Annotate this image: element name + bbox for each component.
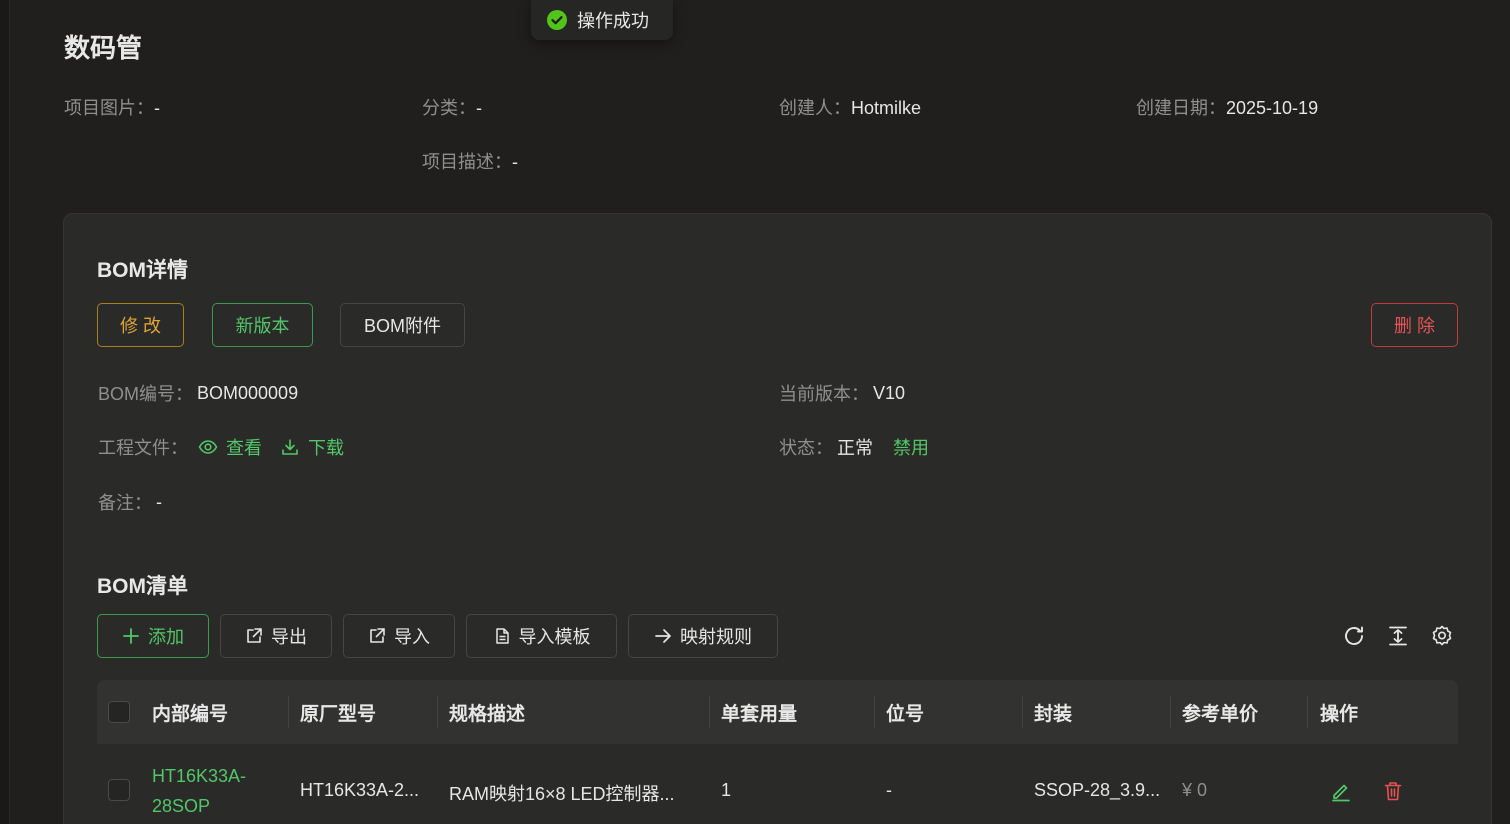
import-icon <box>370 628 385 643</box>
bom-number-label: BOM编号： <box>98 384 194 404</box>
bom-list-title: BOM清单 <box>97 575 188 598</box>
project-desc-value: - <box>512 152 518 172</box>
project-image-label: 项目图片： <box>64 98 154 118</box>
spec-description-cell: RAM映射16×8 LED控制器... <box>449 784 675 804</box>
new-version-button[interactable]: 新版本 <box>212 303 313 347</box>
column-header[interactable]: 内部编号 <box>152 680 228 744</box>
edit-icon[interactable] <box>1330 780 1352 802</box>
eye-icon <box>198 440 218 454</box>
bom-number-value: BOM000009 <box>197 382 299 403</box>
refresh-icon[interactable] <box>1342 624 1366 648</box>
import-template-label: 导入模板 <box>518 627 591 647</box>
category-field: 分类：- <box>422 94 482 120</box>
current-version-value: V10 <box>873 382 906 403</box>
export-icon <box>247 628 262 643</box>
table-row[interactable]: HT16K33A-28SOP HT16K33A-2... RAM映射16×8 L… <box>97 744 1458 824</box>
arrow-right-icon <box>655 629 671 643</box>
column-divider <box>709 696 710 728</box>
project-image-field: 项目图片：- <box>64 94 160 120</box>
download-file-link[interactable]: 下载 <box>280 434 344 460</box>
current-version-field: 当前版本： V10 <box>779 380 905 406</box>
page-title: 数码管 <box>64 33 143 63</box>
column-height-icon[interactable] <box>1386 624 1410 648</box>
plus-icon <box>123 628 139 644</box>
created-date-value: 2025-10-19 <box>1226 98 1319 118</box>
column-divider <box>1170 696 1171 728</box>
column-divider <box>288 696 289 728</box>
download-link-label: 下载 <box>308 438 344 458</box>
document-icon <box>495 628 509 644</box>
import-template-button[interactable]: 导入模板 <box>466 614 617 658</box>
creator-field: 创建人：Hotmilke <box>779 94 921 120</box>
unit-price-cell: ¥ 0 <box>1182 780 1208 800</box>
project-desc-label: 项目描述： <box>422 152 512 172</box>
left-sidebar-edge <box>0 0 10 824</box>
delete-button[interactable]: 删 除 <box>1371 303 1458 347</box>
edit-button[interactable]: 修 改 <box>97 303 184 347</box>
toast-message: 操作成功 <box>577 11 649 31</box>
success-toast: 操作成功 <box>531 0 673 40</box>
column-divider <box>1307 696 1308 728</box>
reference-designator-cell: - <box>886 780 892 800</box>
creator-label: 创建人： <box>779 98 851 118</box>
mapping-rules-label: 映射规则 <box>680 627 752 647</box>
category-value: - <box>476 98 482 118</box>
view-link-label: 查看 <box>226 438 262 458</box>
creator-value: Hotmilke <box>851 98 922 118</box>
bom-details-title: BOM详情 <box>97 259 188 282</box>
project-files-field: 工程文件： 查看 下载 <box>98 434 344 460</box>
disable-link[interactable]: 禁用 <box>893 434 929 460</box>
bom-attachments-button[interactable]: BOM附件 <box>340 303 465 347</box>
column-header[interactable]: 位号 <box>886 680 924 744</box>
trash-icon[interactable] <box>1382 780 1404 802</box>
column-divider <box>874 696 875 728</box>
status-label: 状态： <box>779 438 833 458</box>
quantity-cell: 1 <box>721 780 732 800</box>
column-header[interactable]: 参考单价 <box>1182 680 1258 744</box>
internal-number-link[interactable]: HT16K33A-28SOP <box>152 761 272 821</box>
category-label: 分类： <box>422 98 476 118</box>
project-files-label: 工程文件： <box>98 438 188 458</box>
export-button[interactable]: 导出 <box>220 614 332 658</box>
created-date-label: 创建日期： <box>1136 98 1226 118</box>
manufacturer-part-cell: HT16K33A-2... <box>300 780 420 800</box>
package-cell: SSOP-28_3.9... <box>1034 780 1161 800</box>
created-date-field: 创建日期：2025-10-19 <box>1136 94 1318 120</box>
project-desc-field: 项目描述：- <box>422 148 518 174</box>
add-button-label: 添加 <box>148 627 184 647</box>
remark-field: 备注： - <box>98 489 162 515</box>
project-image-value: - <box>154 98 160 118</box>
select-all-checkbox[interactable] <box>108 701 130 723</box>
column-header[interactable]: 封装 <box>1034 680 1072 744</box>
remark-label: 备注： <box>98 493 152 513</box>
export-button-label: 导出 <box>271 627 307 647</box>
import-button-label: 导入 <box>394 627 430 647</box>
column-header[interactable]: 规格描述 <box>449 680 525 744</box>
bom-table: 内部编号 原厂型号 规格描述 单套用量 位号 封装 参考单价 操作 HT16K3… <box>97 680 1458 824</box>
gear-icon[interactable] <box>1430 624 1454 648</box>
remark-value: - <box>156 491 162 512</box>
bom-card: BOM详情 修 改 新版本 BOM附件 删 除 BOM编号： BOM000009 … <box>63 213 1492 824</box>
column-header[interactable]: 原厂型号 <box>300 680 376 744</box>
mapping-rules-button[interactable]: 映射规则 <box>628 614 778 658</box>
status-field: 状态： 正常 禁用 <box>779 434 929 460</box>
column-header[interactable]: 单套用量 <box>721 680 797 744</box>
table-header: 内部编号 原厂型号 规格描述 单套用量 位号 封装 参考单价 操作 <box>97 680 1458 744</box>
bom-number-field: BOM编号： BOM000009 <box>98 380 298 406</box>
download-icon <box>282 439 298 455</box>
column-divider <box>437 696 438 728</box>
row-checkbox[interactable] <box>108 779 130 801</box>
check-circle-icon <box>547 10 567 30</box>
column-header: 操作 <box>1320 703 1359 725</box>
view-file-link[interactable]: 查看 <box>198 434 262 460</box>
add-button[interactable]: 添加 <box>97 614 209 658</box>
import-button[interactable]: 导入 <box>343 614 455 658</box>
current-version-label: 当前版本： <box>779 384 869 404</box>
status-value: 正常 <box>837 438 873 458</box>
column-divider <box>1022 696 1023 728</box>
